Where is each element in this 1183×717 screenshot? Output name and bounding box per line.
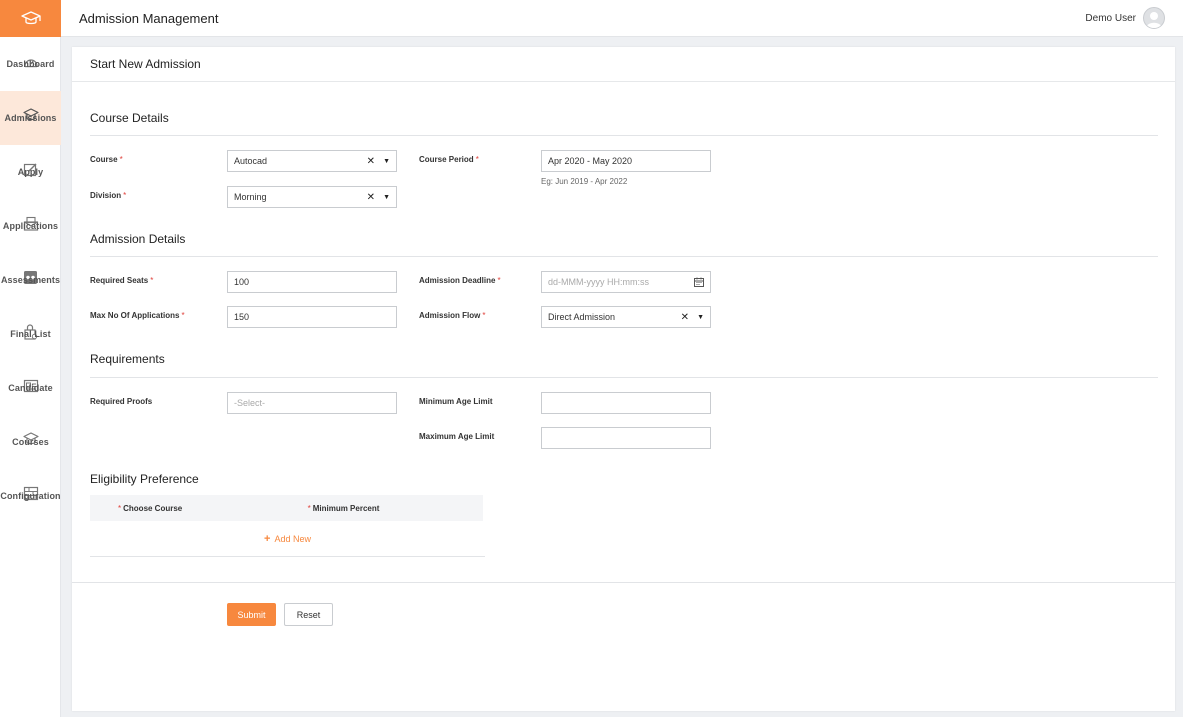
sidebar-item-label: Assessments xyxy=(0,275,61,285)
course-label: Course * xyxy=(90,155,123,164)
sidebar: Dashboard Admissions Apply Applications … xyxy=(0,0,61,717)
submit-button[interactable]: Submit xyxy=(227,603,276,626)
column-header-choose-course: * Choose Course xyxy=(90,495,294,521)
admission-flow-select[interactable]: Direct Admission ✕ ▼ xyxy=(541,306,711,328)
sidebar-item-apply[interactable]: Apply xyxy=(0,145,61,199)
plus-icon: + xyxy=(264,532,271,545)
divider xyxy=(72,582,1175,583)
sidebar-item-configuration[interactable]: Configuration xyxy=(0,469,61,523)
eligibility-table: * Choose Course * Minimum Percent xyxy=(90,495,483,521)
max-applications-value: 150 xyxy=(234,312,250,322)
graduation-cap-icon xyxy=(20,10,41,24)
min-age-label: Minimum Age Limit xyxy=(419,397,493,406)
app-title: Admission Management xyxy=(79,10,219,26)
avatar[interactable] xyxy=(1143,7,1165,29)
division-select[interactable]: Morning ✕ ▼ xyxy=(227,186,397,208)
clear-icon[interactable]: ✕ xyxy=(367,192,375,203)
course-period-label: Course Period * xyxy=(419,155,479,164)
sidebar-item-courses[interactable]: Courses xyxy=(0,415,61,469)
division-value: Morning xyxy=(234,192,267,202)
division-label: Division * xyxy=(90,191,127,200)
calendar-icon[interactable] xyxy=(694,277,704,287)
required-seats-input[interactable]: 100 xyxy=(227,271,397,293)
course-select[interactable]: Autocad ✕ ▼ xyxy=(227,150,397,172)
top-header: Admission Management Demo User xyxy=(61,0,1183,37)
page-title: Start New Admission xyxy=(72,47,1175,82)
sidebar-item-applications[interactable]: Applications xyxy=(0,199,61,253)
sidebar-item-label: Candidate xyxy=(8,383,53,393)
required-proofs-select[interactable]: -Select- xyxy=(227,392,397,414)
add-new-label: Add New xyxy=(274,533,311,544)
sidebar-item-label: Courses xyxy=(12,437,49,447)
user-menu[interactable]: Demo User xyxy=(1085,7,1165,29)
course-period-hint: Eg: Jun 2019 - Apr 2022 xyxy=(541,177,628,186)
max-age-input[interactable] xyxy=(541,427,711,449)
sidebar-item-label: Apply xyxy=(17,167,44,177)
section-heading-eligibility: Eligibility Preference xyxy=(90,472,199,486)
course-period-input[interactable]: Apr 2020 - May 2020 xyxy=(541,150,711,172)
table-header-row: * Choose Course * Minimum Percent xyxy=(90,495,483,521)
sidebar-item-candidate[interactable]: Candidate xyxy=(0,361,61,415)
required-proofs-label: Required Proofs xyxy=(90,397,153,406)
admission-flow-label: Admission Flow * xyxy=(419,311,486,320)
sidebar-item-label: Dashboard xyxy=(6,59,55,69)
sidebar-item-label: Applications xyxy=(2,221,59,231)
app-logo[interactable] xyxy=(0,0,61,37)
clear-icon[interactable]: ✕ xyxy=(367,156,375,167)
section-heading-requirements: Requirements xyxy=(90,352,165,366)
sidebar-item-admissions[interactable]: Admissions xyxy=(0,91,61,145)
chevron-down-icon[interactable]: ▼ xyxy=(383,158,390,165)
divider xyxy=(90,256,1158,257)
admission-form-card: Start New Admission Course Details Cours… xyxy=(72,47,1175,711)
add-new-button[interactable]: + Add New xyxy=(90,521,485,557)
clear-icon[interactable]: ✕ xyxy=(681,312,689,323)
admission-deadline-input[interactable]: dd-MMM-yyyy HH:mm:ss xyxy=(541,271,711,293)
min-age-input[interactable] xyxy=(541,392,711,414)
sidebar-item-label: Configuration xyxy=(0,491,61,501)
course-period-value: Apr 2020 - May 2020 xyxy=(548,156,633,166)
course-value: Autocad xyxy=(234,156,268,166)
max-applications-input[interactable]: 150 xyxy=(227,306,397,328)
sidebar-item-dashboard[interactable]: Dashboard xyxy=(0,37,61,91)
max-age-label: Maximum Age Limit xyxy=(419,432,495,441)
sidebar-item-label: Final List xyxy=(10,329,51,339)
admission-deadline-placeholder: dd-MMM-yyyy HH:mm:ss xyxy=(548,277,649,287)
required-seats-label: Required Seats * xyxy=(90,276,154,285)
sidebar-item-label: Admissions xyxy=(4,113,57,123)
admission-flow-value: Direct Admission xyxy=(548,312,616,322)
sidebar-item-final-list[interactable]: Final List xyxy=(0,307,61,361)
max-applications-label: Max No Of Applications * xyxy=(90,311,185,320)
chevron-down-icon[interactable]: ▼ xyxy=(697,314,704,321)
divider xyxy=(90,135,1158,136)
column-header-minimum-percent: * Minimum Percent xyxy=(293,495,483,521)
required-proofs-placeholder: -Select- xyxy=(234,398,266,408)
user-name: Demo User xyxy=(1085,12,1136,24)
section-heading-admission-details: Admission Details xyxy=(90,232,186,246)
user-icon xyxy=(1146,12,1162,28)
sidebar-item-assessments[interactable]: Assessments xyxy=(0,253,61,307)
chevron-down-icon[interactable]: ▼ xyxy=(383,194,390,201)
admission-deadline-label: Admission Deadline * xyxy=(419,276,501,285)
reset-button[interactable]: Reset xyxy=(284,603,333,626)
section-heading-course-details: Course Details xyxy=(90,111,169,125)
required-seats-value: 100 xyxy=(234,277,250,287)
divider xyxy=(90,377,1158,378)
